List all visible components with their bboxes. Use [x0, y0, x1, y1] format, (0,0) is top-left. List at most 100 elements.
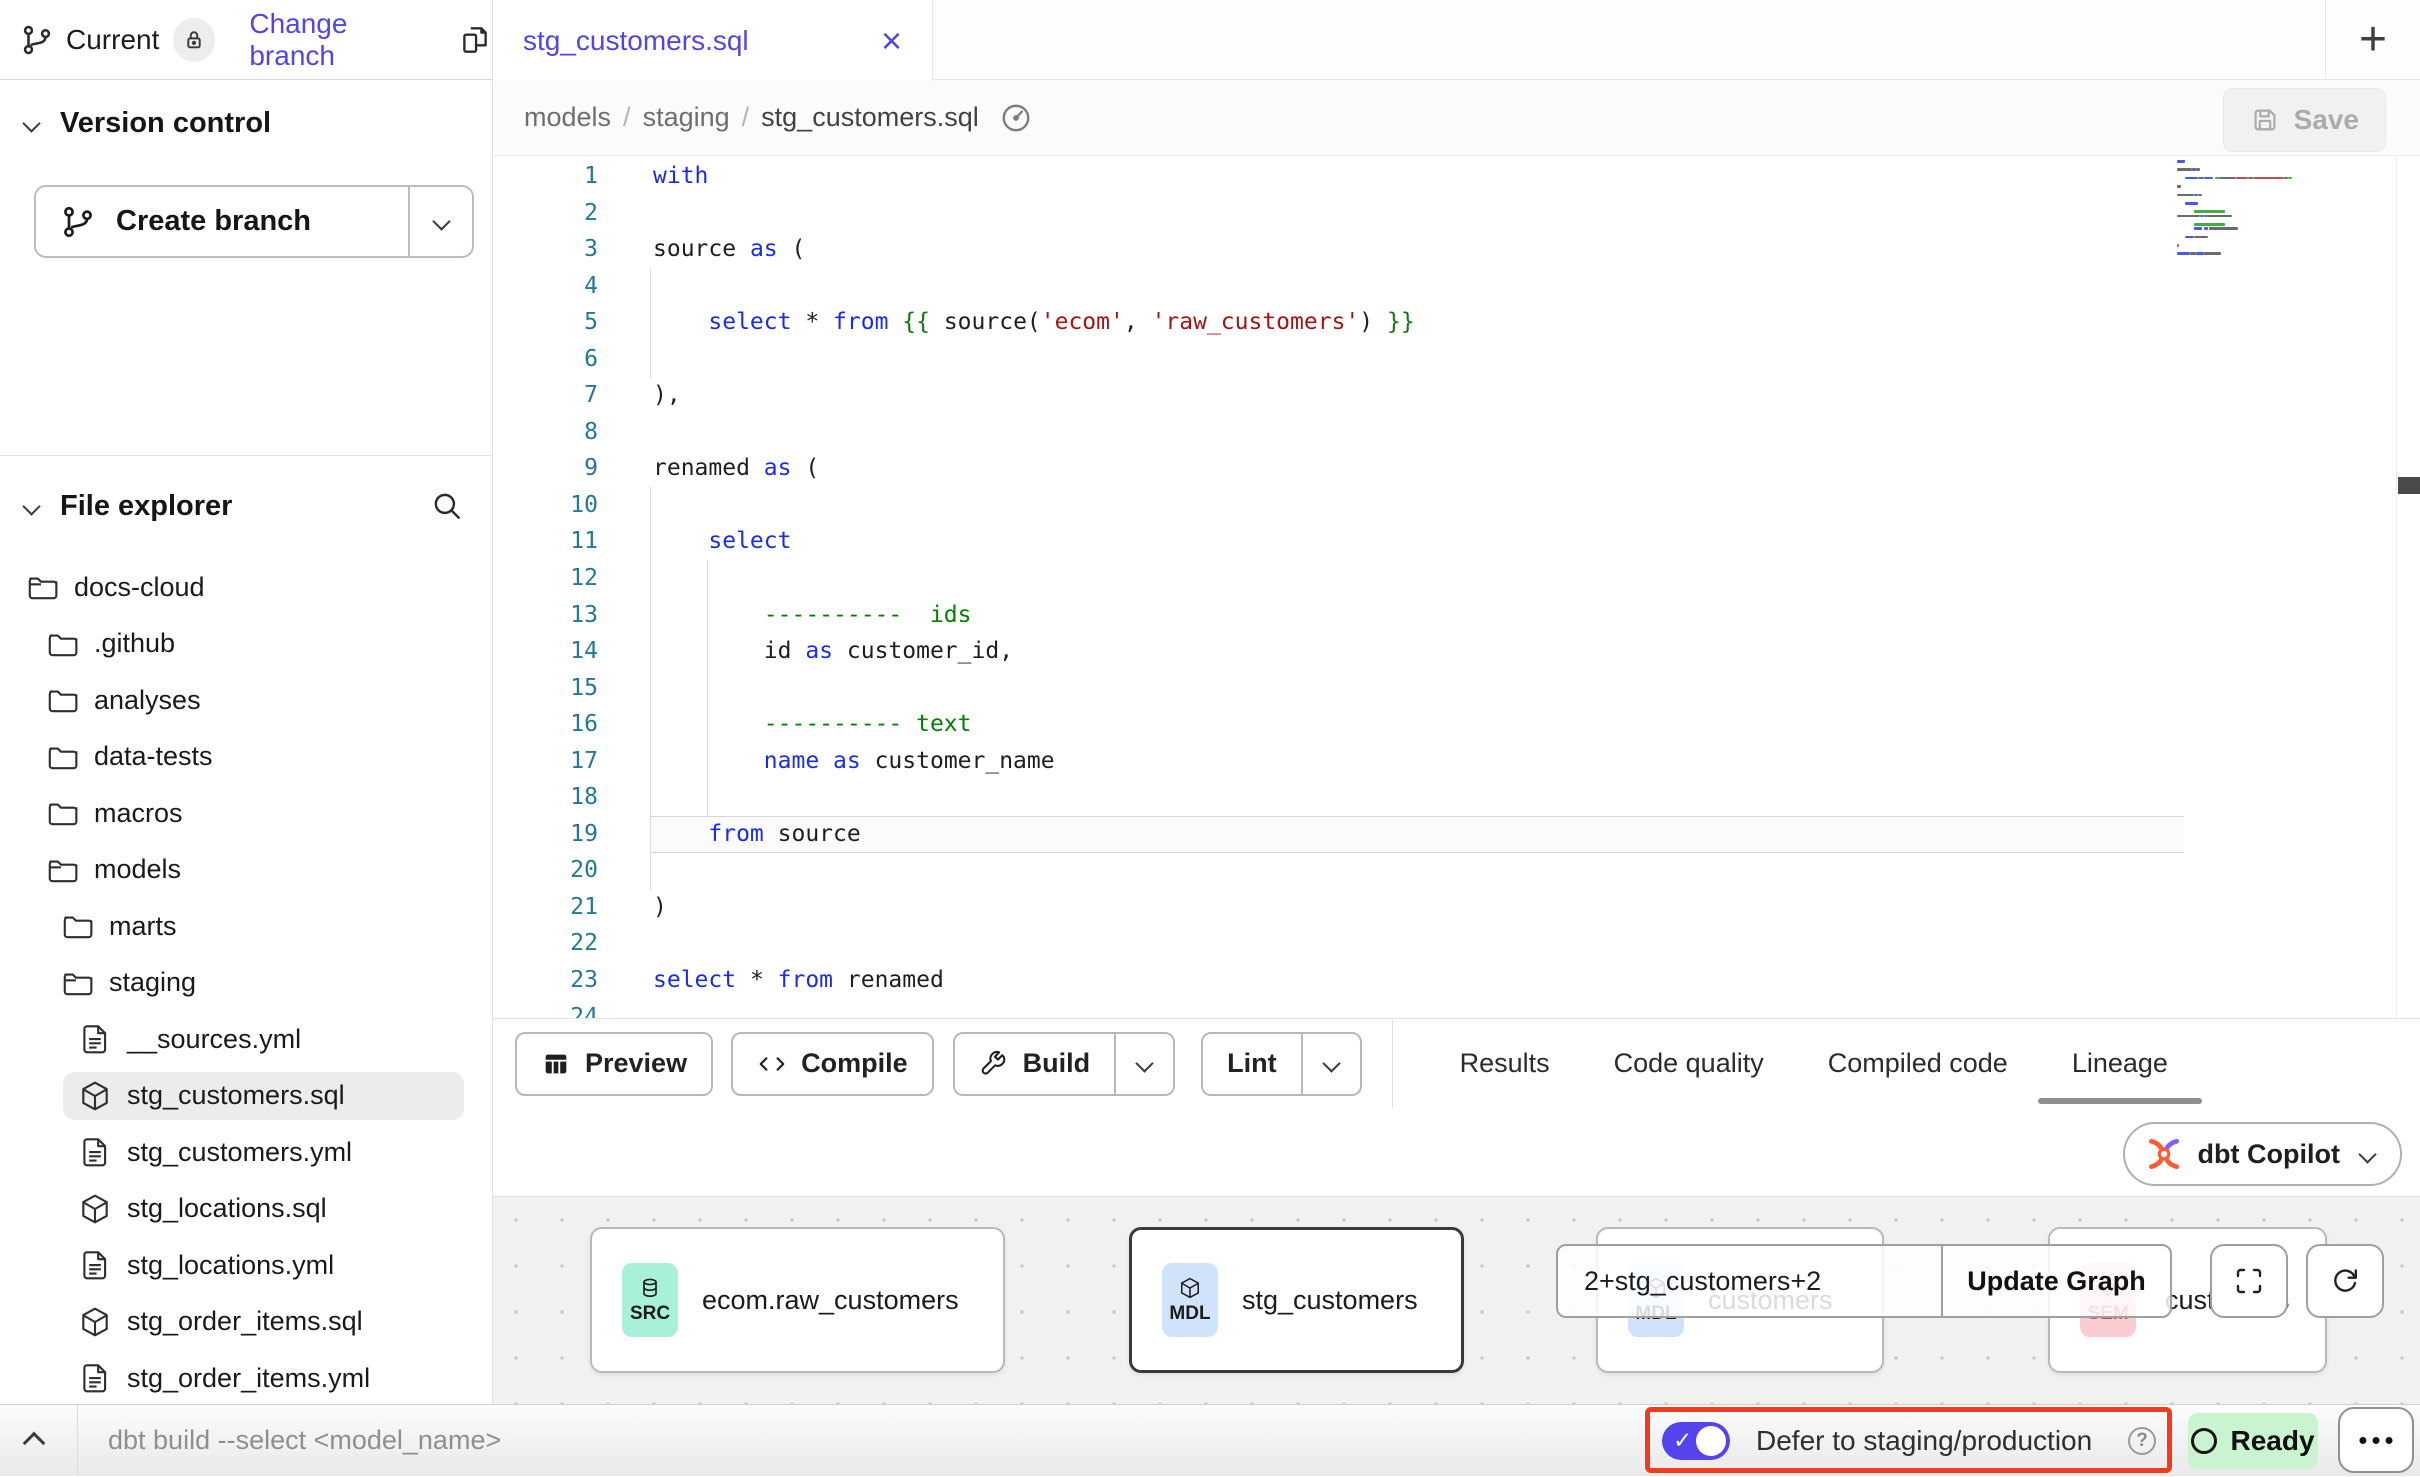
tab-compiled-code[interactable]: Compiled code: [1828, 1019, 2008, 1108]
code-line-24[interactable]: 24: [493, 999, 2420, 1018]
code-line-6[interactable]: 6: [493, 341, 2420, 378]
minimap-line: [2236, 177, 2249, 180]
tab-lineage[interactable]: Lineage: [2072, 1019, 2168, 1108]
code-line-2[interactable]: 2: [493, 195, 2420, 232]
save-button[interactable]: Save: [2223, 88, 2386, 152]
tree-item-stg-customers-yml[interactable]: stg_customers.yml: [0, 1124, 489, 1181]
search-icon[interactable]: [430, 489, 464, 523]
tab-results[interactable]: Results: [1460, 1019, 1550, 1108]
lineage-node-raw-customers[interactable]: SRC ecom.raw_customers: [590, 1227, 1005, 1373]
code-line-19[interactable]: 19 from source: [493, 816, 2420, 853]
tree-item-stg-locations-sql[interactable]: stg_locations.sql: [0, 1181, 489, 1238]
lint-button[interactable]: Lint: [1201, 1032, 1361, 1096]
minimap-line: [2253, 177, 2285, 180]
tree-item-marts[interactable]: marts: [0, 898, 489, 955]
gauge-icon[interactable]: [999, 101, 1033, 135]
build-dropdown[interactable]: [1114, 1034, 1173, 1094]
dbt-copilot-button[interactable]: dbt Copilot: [2123, 1122, 2402, 1186]
tree-item-stg-customers-sql[interactable]: stg_customers.sql: [0, 1068, 489, 1125]
minimap-line: [2196, 252, 2204, 255]
lineage-panel[interactable]: SRC ecom.raw_customers MDL stg_customers…: [493, 1196, 2420, 1404]
code-line-5[interactable]: 5 select * from {{ source('ecom', 'raw_c…: [493, 304, 2420, 341]
lineage-node-stg-customers[interactable]: MDL stg_customers: [1129, 1227, 1464, 1373]
breadcrumb-models[interactable]: models: [524, 102, 611, 133]
version-control-header[interactable]: Version control: [25, 100, 271, 146]
tree-item--github[interactable]: .github: [0, 616, 489, 673]
line-number: 5: [493, 304, 598, 341]
code-line-13[interactable]: 13 ---------- ids: [493, 597, 2420, 634]
minimap-line: [2194, 227, 2202, 230]
file-explorer-header[interactable]: File explorer: [25, 482, 464, 530]
create-branch-button[interactable]: Create branch: [34, 185, 474, 258]
copy-branch-icon[interactable]: [458, 23, 492, 57]
code-line-7[interactable]: 7),: [493, 377, 2420, 414]
tree-item-stg-locations-yml[interactable]: stg_locations.yml: [0, 1237, 489, 1294]
code-line-21[interactable]: 21): [493, 889, 2420, 926]
lint-dropdown[interactable]: [1301, 1034, 1360, 1094]
lineage-selector-input[interactable]: 2+stg_customers+2: [1558, 1246, 1941, 1316]
tree-item--sources-yml[interactable]: __sources.yml: [0, 1011, 489, 1068]
help-icon[interactable]: ?: [2128, 1427, 2156, 1455]
code-line-11[interactable]: 11 select: [493, 523, 2420, 560]
create-branch-main[interactable]: Create branch: [36, 187, 408, 256]
tab-code-quality[interactable]: Code quality: [1614, 1019, 1764, 1108]
code-line-10[interactable]: 10: [493, 487, 2420, 524]
compile-button[interactable]: Compile: [731, 1032, 934, 1096]
refresh-button[interactable]: [2306, 1244, 2384, 1318]
statusbar-divider: [77, 1405, 78, 1476]
code-line-16[interactable]: 16 ---------- text: [493, 706, 2420, 743]
code-line-18[interactable]: 18: [493, 779, 2420, 816]
code-line-3[interactable]: 3source as (: [493, 231, 2420, 268]
code-line-8[interactable]: 8: [493, 414, 2420, 451]
line-number: 22: [493, 925, 598, 962]
close-icon[interactable]: ×: [881, 23, 902, 59]
tabbar-divider: [2325, 0, 2326, 79]
code-line-22[interactable]: 22: [493, 925, 2420, 962]
minimap-line: [2185, 236, 2193, 239]
build-button[interactable]: Build: [953, 1032, 1176, 1096]
code-line-9[interactable]: 9renamed as (: [493, 450, 2420, 487]
code-line-23[interactable]: 23select * from renamed: [493, 962, 2420, 999]
tree-item-stg-order-items-sql[interactable]: stg_order_items.sql: [0, 1294, 489, 1351]
tree-item-docs-cloud[interactable]: docs-cloud: [0, 559, 489, 616]
tree-item-stg-order-items-yml[interactable]: stg_order_items.yml: [0, 1350, 489, 1407]
branch-strip: Current Change branch: [0, 0, 492, 80]
defer-toggle[interactable]: ✓: [1662, 1422, 1730, 1460]
tree-item-label: models: [94, 854, 181, 885]
minimap[interactable]: [2177, 160, 2313, 272]
code-line-14[interactable]: 14 id as customer_id,: [493, 633, 2420, 670]
code-line-15[interactable]: 15: [493, 670, 2420, 707]
change-branch-link[interactable]: Change branch: [249, 8, 432, 72]
current-branch-label: Current: [66, 24, 159, 56]
tree-item-staging[interactable]: staging: [0, 955, 489, 1012]
update-graph-button[interactable]: Update Graph: [1941, 1246, 2170, 1316]
chevron-up-icon[interactable]: [23, 1432, 46, 1455]
tree-item-macros[interactable]: macros: [0, 785, 489, 842]
code-line-20[interactable]: 20: [493, 852, 2420, 889]
code-line-12[interactable]: 12: [493, 560, 2420, 597]
minimap-line: [2177, 215, 2200, 218]
file-icon: [78, 1361, 112, 1395]
tree-item-analyses[interactable]: analyses: [0, 672, 489, 729]
folder-icon: [60, 909, 94, 943]
tree-item-label: macros: [94, 798, 183, 829]
tree-item-models[interactable]: models: [0, 842, 489, 899]
preview-label: Preview: [585, 1048, 687, 1079]
breadcrumb-staging[interactable]: staging: [643, 102, 730, 133]
fullscreen-button[interactable]: [2210, 1244, 2288, 1318]
overflow-menu-button[interactable]: •••: [2338, 1407, 2414, 1473]
create-branch-dropdown[interactable]: [408, 187, 472, 256]
folder-icon: [45, 740, 79, 774]
minimap-line: [2177, 252, 2190, 255]
cube-icon: [78, 1079, 112, 1113]
code-line-17[interactable]: 17 name as customer_name: [493, 743, 2420, 780]
tab-stg-customers[interactable]: stg_customers.sql ×: [493, 0, 933, 81]
code-line-4[interactable]: 4: [493, 268, 2420, 305]
new-tab-button[interactable]: +: [2346, 12, 2400, 66]
command-placeholder[interactable]: dbt build --select <model_name>: [108, 1405, 501, 1476]
tree-item-data-tests[interactable]: data-tests: [0, 729, 489, 786]
line-content: ),: [653, 377, 681, 414]
code-line-1[interactable]: 1with: [493, 158, 2420, 195]
code-editor[interactable]: 1with23source as (45 select * from {{ so…: [493, 156, 2420, 1018]
preview-button[interactable]: Preview: [515, 1032, 713, 1096]
